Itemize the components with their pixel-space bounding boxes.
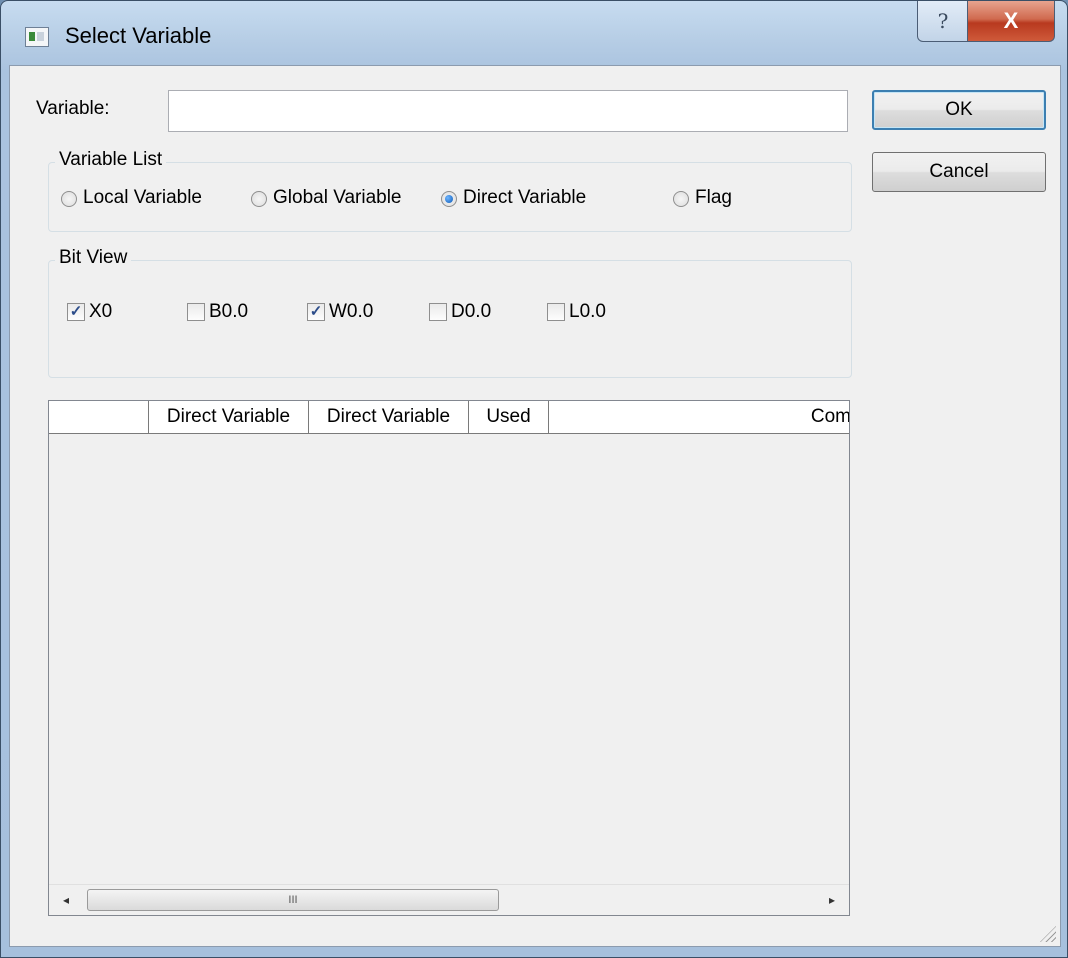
scroll-right-icon[interactable]: ▸ xyxy=(821,889,843,911)
table-header: Direct Variable Direct Variable Used Com xyxy=(49,401,849,434)
variable-list-group: Variable List Local Variable Global Vari… xyxy=(48,149,852,232)
scroll-left-icon[interactable]: ◂ xyxy=(55,889,77,911)
radio-flag[interactable] xyxy=(673,191,689,207)
checkbox-b0-0[interactable] xyxy=(187,303,205,321)
window-title: Select Variable xyxy=(65,23,212,48)
close-button[interactable]: X xyxy=(967,1,1055,42)
dialog-body: Variable: OK Cancel Variable List Local … xyxy=(9,65,1061,947)
radio-global-variable-label[interactable]: Global Variable xyxy=(273,187,402,209)
radio-local-variable-label[interactable]: Local Variable xyxy=(83,187,202,209)
checkbox-w0-0[interactable]: ✓ xyxy=(307,303,325,321)
checkbox-b0-0-label[interactable]: B0.0 xyxy=(209,301,248,323)
column-header-used[interactable]: Used xyxy=(469,401,549,433)
radio-flag-label[interactable]: Flag xyxy=(695,187,732,209)
column-header-blank[interactable] xyxy=(49,401,149,433)
column-header-direct-variable-1[interactable]: Direct Variable xyxy=(149,401,309,433)
checkbox-d0-0-label[interactable]: D0.0 xyxy=(451,301,491,323)
app-icon xyxy=(25,27,49,47)
select-variable-dialog: Select Variable ? X Variable: OK Cancel … xyxy=(0,0,1068,958)
variable-label: Variable: xyxy=(36,98,110,119)
radio-local-variable[interactable] xyxy=(61,191,77,207)
scrollbar-thumb[interactable]: III xyxy=(87,889,499,911)
resize-grip-icon[interactable] xyxy=(1040,926,1056,942)
radio-direct-variable-label[interactable]: Direct Variable xyxy=(463,187,586,209)
ok-button[interactable]: OK xyxy=(872,90,1046,130)
bit-view-group: Bit View ✓ X0 B0.0 ✓ W0.0 D0.0 L0.0 xyxy=(48,247,852,378)
variable-list-legend: Variable List xyxy=(55,149,167,171)
variable-input[interactable] xyxy=(168,90,848,132)
variable-table[interactable]: Direct Variable Direct Variable Used Com… xyxy=(48,400,850,916)
checkbox-l0-0[interactable] xyxy=(547,303,565,321)
radio-global-variable[interactable] xyxy=(251,191,267,207)
close-icon: X xyxy=(1003,8,1019,33)
horizontal-scrollbar[interactable]: ◂ III ▸ xyxy=(49,884,849,915)
radio-direct-variable[interactable] xyxy=(441,191,457,207)
checkbox-x0[interactable]: ✓ xyxy=(67,303,85,321)
cancel-button[interactable]: Cancel xyxy=(872,152,1046,192)
bit-view-legend: Bit View xyxy=(55,247,132,269)
column-header-direct-variable-2[interactable]: Direct Variable xyxy=(309,401,469,433)
help-icon: ? xyxy=(937,9,949,33)
checkbox-x0-label[interactable]: X0 xyxy=(89,301,112,323)
title-bar[interactable]: Select Variable ? X xyxy=(1,1,1067,65)
column-header-comment[interactable]: Com xyxy=(549,401,849,433)
checkbox-l0-0-label[interactable]: L0.0 xyxy=(569,301,606,323)
checkbox-w0-0-label[interactable]: W0.0 xyxy=(329,301,373,323)
checkbox-d0-0[interactable] xyxy=(429,303,447,321)
help-button[interactable]: ? xyxy=(917,1,969,42)
